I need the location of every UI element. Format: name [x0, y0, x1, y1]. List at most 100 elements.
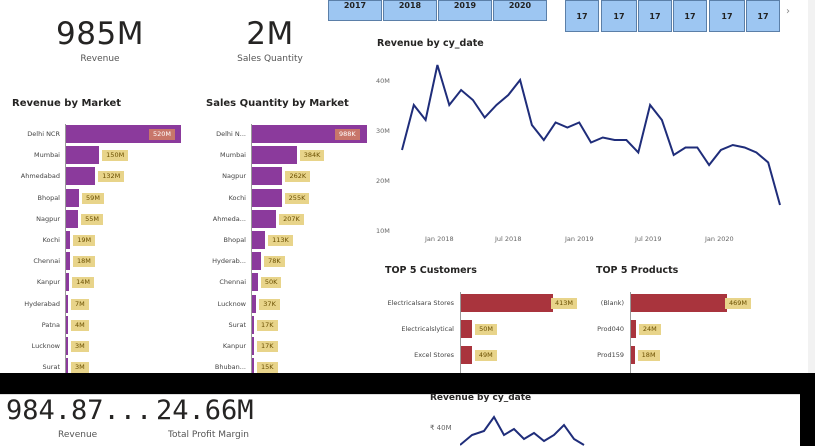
bar[interactable]: [252, 167, 283, 186]
bar[interactable]: [66, 146, 100, 165]
bar-category-label: Chennai: [33, 257, 60, 266]
bar-row[interactable]: Delhi N... 988K: [190, 125, 370, 143]
bar-row[interactable]: Chennai 18M: [0, 252, 200, 271]
bar[interactable]: [66, 337, 68, 355]
bar[interactable]: [66, 294, 68, 313]
bar[interactable]: [66, 273, 70, 292]
top-products-title: TOP 5 Products: [596, 265, 679, 276]
bar-row[interactable]: Kochi 255K: [190, 188, 370, 207]
bar-category-label: Nagpur: [36, 214, 60, 223]
month-slicer-button[interactable]: 17: [601, 0, 637, 32]
data-label: 262K: [285, 171, 311, 183]
bar[interactable]: [252, 252, 262, 271]
bar-category-label: Mumbai: [34, 151, 60, 160]
revenue-by-date-title: Revenue by cy_date: [377, 38, 484, 49]
bar[interactable]: [66, 358, 68, 373]
bar-row[interactable]: Kochi 19M: [0, 231, 200, 249]
bar-category-label: Chennai: [219, 278, 246, 287]
year-slicer-button[interactable]: 2018: [383, 0, 437, 21]
data-label: 4M: [71, 319, 89, 331]
bar[interactable]: [631, 320, 636, 338]
bar[interactable]: [252, 209, 277, 228]
year-slicer-button[interactable]: 2020: [493, 0, 547, 21]
year-slicer-button[interactable]: 2019: [438, 0, 492, 21]
month-slicer-button[interactable]: 17: [565, 0, 599, 32]
year-slicer-button[interactable]: 2017: [328, 0, 382, 21]
month-slicer-button[interactable]: 17: [638, 0, 672, 32]
data-label: 17K: [257, 319, 278, 331]
bar-category-label: Surat: [42, 363, 60, 372]
bar-category-label: Excel Stores: [414, 351, 454, 359]
bar[interactable]: [66, 231, 71, 249]
bar[interactable]: [461, 294, 553, 312]
bar[interactable]: [66, 315, 68, 334]
bar-row[interactable]: Nagpur 55M: [0, 209, 200, 228]
bar-row[interactable]: Bhuban... 15K: [190, 358, 370, 373]
bar-category-label: Nagpur: [222, 172, 246, 181]
bar-row[interactable]: Delhi NCR 520M: [0, 125, 200, 143]
bar[interactable]: [66, 167, 96, 186]
chevron-right-icon[interactable]: ›: [786, 6, 790, 17]
bar[interactable]: [631, 294, 727, 312]
month-slicer-button[interactable]: 17: [746, 0, 780, 32]
bar[interactable]: [66, 252, 70, 271]
bar-category-label: Prod159: [597, 351, 624, 359]
sales-quantity-value: 2M: [246, 16, 294, 52]
revenue-card[interactable]: 985M Revenue: [40, 16, 160, 64]
revenue-series-line[interactable]: [401, 64, 781, 206]
bar-row[interactable]: Chennai 50K: [190, 273, 370, 292]
bar-row[interactable]: Bhopal 113K: [190, 231, 370, 249]
bar[interactable]: [252, 315, 254, 334]
bar[interactable]: [252, 188, 282, 207]
bar-row[interactable]: Lucknow 3M: [0, 337, 200, 355]
revenue-by-date-chart[interactable]: 40M 30M 20M 10M Jan 2018 Jul 2018 Jan 20…: [360, 55, 790, 250]
bar-row[interactable]: Patna 4M: [0, 315, 200, 334]
bar-row[interactable]: Surat 3M: [0, 358, 200, 373]
bar[interactable]: [252, 273, 258, 292]
bar[interactable]: [631, 346, 635, 364]
bar-row[interactable]: Hyderab... 78K: [190, 252, 370, 271]
bar-row[interactable]: Lucknow 37K: [190, 294, 370, 313]
bar-row[interactable]: Kanpur 14M: [0, 273, 200, 292]
month-label: 17: [649, 12, 661, 21]
top-products-chart[interactable]: (Blank) 469M Prod040 24M Prod159 18M: [580, 292, 800, 373]
bar-category-label: Delhi N...: [216, 130, 246, 138]
scrollbar-track[interactable]: [808, 0, 815, 373]
bar-category-label: Hyderab...: [212, 257, 246, 266]
bar-row[interactable]: Mumbai 150M: [0, 146, 200, 165]
bar-row[interactable]: Ahmeda... 207K: [190, 209, 370, 228]
bar[interactable]: [252, 358, 254, 373]
sales-qty-by-market-chart[interactable]: Delhi N... 988K Mumbai 384K Nagpur 262K Kochi 2…: [190, 118, 370, 373]
bar[interactable]: [252, 146, 297, 165]
bar[interactable]: [252, 231, 266, 249]
revenue-by-market-chart[interactable]: Delhi NCR 520M Mumbai 150M Ahmedabad 132M Bhop…: [0, 118, 200, 373]
top-customers-chart[interactable]: Electricalsara Stores 413M Electricalslyti…: [370, 292, 590, 373]
bar[interactable]: [66, 209, 79, 228]
sales-quantity-card[interactable]: 2M Sales Quantity: [210, 16, 330, 64]
data-label: 3M: [71, 341, 89, 352]
revenue-label: Revenue: [80, 54, 120, 64]
line-plot: [401, 64, 781, 206]
bar-category-label: Bhuban...: [214, 363, 246, 372]
bar-row[interactable]: Kanpur 17K: [190, 337, 370, 355]
bar-row[interactable]: Ahmedabad 132M: [0, 167, 200, 186]
bar-row[interactable]: Bhopal 59M: [0, 188, 200, 207]
bar[interactable]: [252, 337, 254, 355]
bar-category-label: Mumbai: [220, 151, 246, 160]
bar-row[interactable]: Surat 17K: [190, 315, 370, 334]
bar-row[interactable]: Nagpur 262K: [190, 167, 370, 186]
bar[interactable]: [66, 188, 80, 207]
data-label: 150M: [102, 150, 129, 162]
data-label: 3M: [71, 362, 89, 373]
bottom-dashboard-strip: 984.87... Revenue 24.66M Total Profit Ma…: [0, 393, 800, 446]
data-label: 469M: [725, 298, 752, 309]
bar[interactable]: [252, 294, 257, 313]
data-label: 14M: [72, 277, 94, 289]
month-slicer-button[interactable]: 17: [709, 0, 745, 32]
bar[interactable]: [461, 320, 473, 338]
bar-row[interactable]: Mumbai 384K: [190, 146, 370, 165]
month-slicer-button[interactable]: 17: [673, 0, 707, 32]
data-label: 15K: [257, 362, 278, 373]
bar-row[interactable]: Hyderabad 7M: [0, 294, 200, 313]
bar[interactable]: [461, 346, 472, 364]
